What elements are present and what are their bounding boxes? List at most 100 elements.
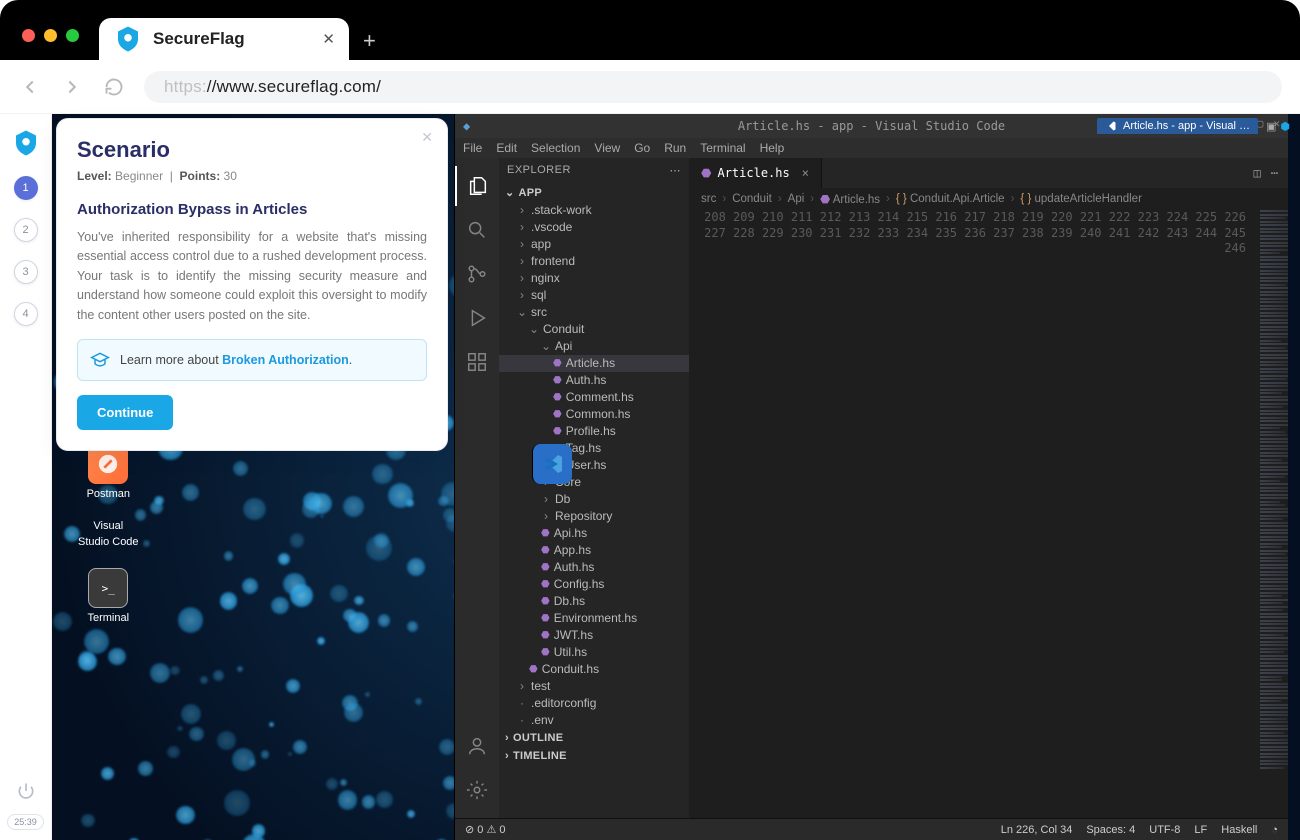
status-item[interactable]: Spaces: 4 bbox=[1086, 824, 1135, 836]
editor-tab-close-icon[interactable]: × bbox=[802, 166, 809, 180]
tree-item[interactable]: ⬣Common.hs bbox=[499, 406, 689, 423]
breadcrumbs[interactable]: src›Conduit›Api›⬣ Article.hs›{ } Conduit… bbox=[689, 188, 1288, 210]
tree-item[interactable]: ⬣App.hs bbox=[499, 542, 689, 559]
tree-item[interactable]: ⬣Environment.hs bbox=[499, 610, 689, 627]
nav-back-button[interactable] bbox=[18, 76, 42, 98]
breadcrumb-seg[interactable]: Api bbox=[788, 193, 805, 205]
tree-item[interactable]: ⬣Tag.hs bbox=[499, 440, 689, 457]
status-item[interactable]: Haskell bbox=[1221, 824, 1257, 836]
activity-explorer-icon[interactable] bbox=[455, 166, 499, 206]
step-2[interactable]: 2 bbox=[14, 218, 38, 242]
activity-extensions-icon[interactable] bbox=[455, 342, 499, 382]
status-item[interactable]: UTF-8 bbox=[1149, 824, 1180, 836]
os-window-tab[interactable]: Article.hs - app - Visual … bbox=[1097, 118, 1258, 134]
menu-run[interactable]: Run bbox=[664, 141, 686, 155]
os-show-desktop-icon[interactable]: ▣ bbox=[1266, 120, 1276, 133]
status-item[interactable]: LF bbox=[1194, 824, 1207, 836]
breadcrumb-seg[interactable]: { } updateArticleHandler bbox=[1020, 193, 1141, 205]
nav-reload-button[interactable] bbox=[102, 77, 126, 97]
status-item[interactable]: ⊘ 0 ⚠ 0 bbox=[465, 823, 505, 836]
desktop-label: Terminal bbox=[87, 612, 129, 624]
desktop-icon-terminal[interactable]: >_ Terminal bbox=[78, 568, 139, 624]
browser-tab[interactable]: SecureFlag ✕ bbox=[99, 18, 349, 60]
minimap[interactable] bbox=[1256, 210, 1288, 818]
tree-item[interactable]: ⌄Conduit bbox=[499, 321, 689, 338]
power-icon[interactable] bbox=[16, 781, 36, 804]
panel-close-icon[interactable]: ✕ bbox=[421, 129, 433, 146]
desktop-icon-postman[interactable]: Postman bbox=[78, 444, 139, 500]
tree-item[interactable]: ⬣JWT.hs bbox=[499, 627, 689, 644]
breadcrumb-seg[interactable]: ⬣ Article.hs bbox=[820, 192, 880, 206]
tree-item[interactable]: ⬣Profile.hs bbox=[499, 423, 689, 440]
activity-search-icon[interactable] bbox=[455, 210, 499, 250]
activity-settings-icon[interactable] bbox=[455, 770, 499, 810]
tree-item[interactable]: ›frontend bbox=[499, 253, 689, 270]
tree-item[interactable]: ›Db bbox=[499, 491, 689, 508]
editor-tab-article[interactable]: ⬣ Article.hs × bbox=[689, 158, 822, 188]
explorer-section-outline[interactable]: › OUTLINE bbox=[499, 729, 689, 747]
activity-account-icon[interactable] bbox=[455, 726, 499, 766]
vscode-icon bbox=[532, 444, 572, 484]
tree-item[interactable]: ·.editorconfig bbox=[499, 695, 689, 712]
tree-item[interactable]: ⬣Db.hs bbox=[499, 593, 689, 610]
step-1[interactable]: 1 bbox=[14, 176, 38, 200]
tree-item[interactable]: ›.vscode bbox=[499, 219, 689, 236]
explorer-more-icon[interactable]: ⋯ bbox=[670, 164, 682, 177]
breadcrumb-seg[interactable]: { } Conduit.Api.Article bbox=[896, 193, 1005, 205]
breadcrumb-seg[interactable]: src bbox=[701, 193, 716, 205]
tree-item[interactable]: ›sql bbox=[499, 287, 689, 304]
tree-item[interactable]: ›app bbox=[499, 236, 689, 253]
tree-item[interactable]: ·.env bbox=[499, 712, 689, 729]
tree-item[interactable]: ⬣Auth.hs bbox=[499, 372, 689, 389]
tree-item[interactable]: ⬣User.hs bbox=[499, 457, 689, 474]
secureflag-logo-icon[interactable] bbox=[11, 128, 41, 158]
maximize-window-icon[interactable] bbox=[66, 29, 79, 42]
step-4[interactable]: 4 bbox=[14, 302, 38, 326]
tree-item[interactable]: ⬣Util.hs bbox=[499, 644, 689, 661]
os-tray-icon[interactable]: ⬢ bbox=[1280, 120, 1290, 133]
tree-item[interactable]: ›Repository bbox=[499, 508, 689, 525]
tree-item[interactable]: ⬣Comment.hs bbox=[499, 389, 689, 406]
url-input[interactable]: https://www.secureflag.com/ bbox=[144, 71, 1282, 103]
broken-authorization-link[interactable]: Broken Authorization bbox=[222, 353, 349, 367]
breadcrumb-seg[interactable]: Conduit bbox=[732, 193, 772, 205]
continue-button[interactable]: Continue bbox=[77, 395, 173, 430]
tree-item[interactable]: ›.stack-work bbox=[499, 202, 689, 219]
desktop-icon-vscode[interactable]: Visual Studio Code bbox=[78, 520, 139, 548]
new-tab-button[interactable]: + bbox=[349, 28, 390, 60]
tree-item[interactable]: ⬣Config.hs bbox=[499, 576, 689, 593]
tree-item[interactable]: ⬣Article.hs bbox=[499, 355, 689, 372]
status-item[interactable]: Ln 226, Col 34 bbox=[1001, 824, 1073, 836]
menu-selection[interactable]: Selection bbox=[531, 141, 580, 155]
tree-item[interactable]: ›nginx bbox=[499, 270, 689, 287]
close-window-icon[interactable] bbox=[22, 29, 35, 42]
line-numbers: 208 209 210 211 212 213 214 215 216 217 … bbox=[689, 210, 1256, 818]
explorer-section-app[interactable]: ⌄ APP bbox=[499, 183, 689, 202]
tab-close-icon[interactable]: ✕ bbox=[322, 30, 335, 48]
nav-forward-button[interactable] bbox=[60, 76, 84, 98]
tree-item[interactable]: ›Core bbox=[499, 474, 689, 491]
step-3[interactable]: 3 bbox=[14, 260, 38, 284]
menu-go[interactable]: Go bbox=[634, 141, 650, 155]
activity-scm-icon[interactable] bbox=[455, 254, 499, 294]
explorer-section-timeline[interactable]: › TIMELINE bbox=[499, 747, 689, 765]
tree-item[interactable]: ⬣Conduit.hs bbox=[499, 661, 689, 678]
menu-terminal[interactable]: Terminal bbox=[700, 141, 745, 155]
menu-help[interactable]: Help bbox=[760, 141, 785, 155]
tree-item[interactable]: ⌄src bbox=[499, 304, 689, 321]
tree-item[interactable]: ⌄Api bbox=[499, 338, 689, 355]
tree-item[interactable]: ›test bbox=[499, 678, 689, 695]
status-item[interactable]: ◔ bbox=[1271, 824, 1278, 836]
editor-more-icon[interactable]: ⋯ bbox=[1271, 166, 1278, 180]
minimize-window-icon[interactable] bbox=[44, 29, 57, 42]
graduation-cap-icon bbox=[90, 350, 110, 370]
os-window-tab-title: Article.hs - app - Visual … bbox=[1123, 120, 1250, 132]
tree-item[interactable]: ⬣Auth.hs bbox=[499, 559, 689, 576]
menu-view[interactable]: View bbox=[594, 141, 620, 155]
menu-edit[interactable]: Edit bbox=[496, 141, 517, 155]
editor-tab-label: Article.hs bbox=[717, 166, 789, 180]
split-editor-icon[interactable]: ◫ bbox=[1254, 166, 1261, 180]
tree-item[interactable]: ⬣Api.hs bbox=[499, 525, 689, 542]
menu-file[interactable]: File bbox=[463, 141, 482, 155]
activity-debug-icon[interactable] bbox=[455, 298, 499, 338]
